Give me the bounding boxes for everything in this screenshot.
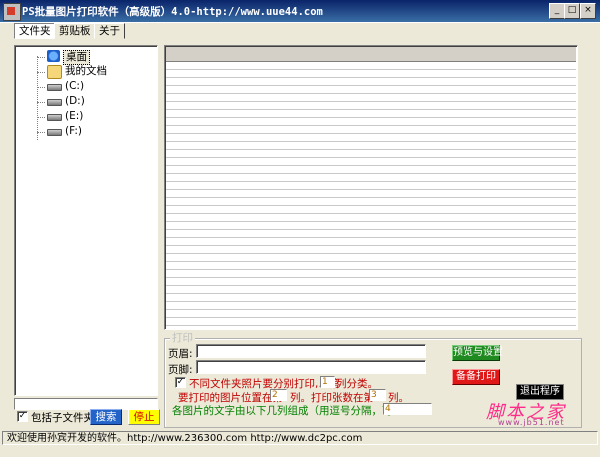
list-header — [166, 47, 576, 62]
drive-icon — [47, 80, 62, 92]
app-icon — [3, 3, 21, 21]
minimize-button[interactable]: _ — [549, 3, 565, 19]
tab-about[interactable]: 关于 — [94, 23, 125, 39]
close-button[interactable]: × — [580, 3, 596, 19]
tab-folders[interactable]: 文件夹 — [14, 23, 56, 39]
include-subfolders-label: 包括子文件夹 — [31, 412, 94, 424]
footer-label: 页脚: — [168, 364, 193, 376]
tree-item-label: (C:) — [65, 80, 85, 92]
image-list[interactable] — [164, 45, 578, 330]
separate-folders-label: 不同文件夹照片要分别打印,以第 — [189, 378, 340, 390]
tab-clipboard[interactable]: 剪贴板 — [54, 23, 96, 39]
documents-icon — [47, 65, 62, 79]
drive-icon — [47, 110, 62, 122]
status-bar: 欢迎使用孙宾开发的软件。http://www.236300.com http:/… — [2, 431, 598, 445]
image-position-input[interactable]: 2 — [270, 389, 287, 401]
include-subfolders-checkbox[interactable]: ✓ — [17, 411, 28, 422]
prepare-print-button[interactable]: 备备打印 — [452, 369, 500, 385]
stop-button[interactable]: 停止 — [128, 409, 160, 425]
preview-settings-button[interactable]: 预览与设置 — [452, 345, 503, 361]
separate-folders-checkbox[interactable]: ✓ — [175, 377, 186, 388]
maximize-button[interactable]: □ — [564, 3, 580, 19]
tree-item-label: (F:) — [65, 125, 82, 137]
tree-item-label: (D:) — [65, 95, 85, 107]
tree-item-label: 桌面 — [63, 50, 90, 65]
text-columns-label: 各图片的文字由以下几列组成（用逗号分隔，可空）: — [172, 405, 418, 417]
tree-item-label: (E:) — [65, 110, 84, 122]
desktop-icon — [47, 50, 60, 62]
text-columns-input[interactable]: 4 — [383, 403, 432, 415]
tree-connector — [37, 56, 38, 140]
footer-input[interactable] — [196, 360, 426, 374]
watermark: 脚本之家 www.jb51.net — [486, 398, 576, 428]
tree-item-label: 我的文档 — [65, 65, 107, 77]
separate-column-input[interactable]: 1 — [320, 376, 335, 388]
watermark-url: www.jb51.net — [498, 418, 565, 427]
search-button[interactable]: 搜索 — [90, 409, 122, 425]
folder-tree[interactable]: 桌面 我的文档 (C:) (D:) (E:) (F:) — [14, 45, 158, 396]
list-rows[interactable] — [166, 62, 576, 329]
drive-icon — [47, 95, 62, 107]
drive-icon — [47, 125, 62, 137]
print-count-input[interactable]: 3 — [369, 389, 386, 401]
header-label: 页眉: — [168, 348, 193, 360]
header-input[interactable] — [196, 344, 426, 358]
print-group-label: 打印 — [170, 332, 195, 344]
window-title: PS批量图片打印软件（高级版）4.0-http://www.uue44.com — [22, 6, 323, 18]
title-bar: PS批量图片打印软件（高级版）4.0-http://www.uue44.com … — [0, 0, 600, 23]
